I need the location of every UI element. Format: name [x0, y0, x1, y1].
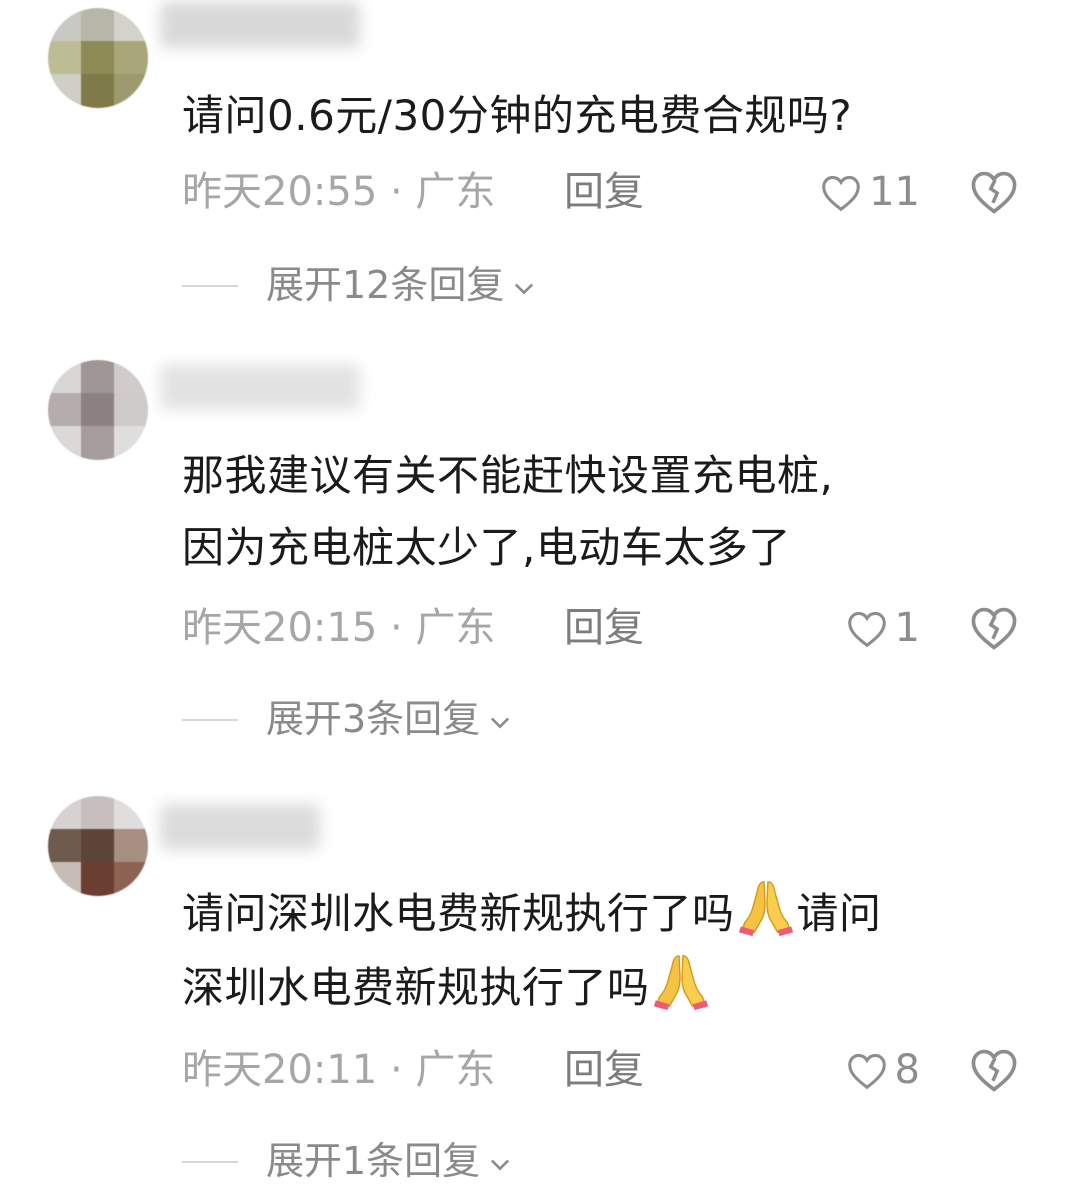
comment-text-segment: 请问 — [796, 889, 882, 938]
like-count: 8 — [894, 1047, 920, 1093]
comment-meta: 昨天20:11 · 广东 回复 8 — [182, 1042, 1042, 1098]
avatar[interactable] — [48, 8, 148, 108]
comment-time-location: 昨天20:11 · 广东 — [182, 1047, 496, 1093]
chevron-down-icon — [491, 1159, 510, 1170]
broken-heart-icon[interactable] — [968, 1044, 1020, 1096]
comment-text-line: 那我建议有关不能赶快设置充电桩, — [182, 451, 834, 500]
comment-text-line: 请问0.6元/30分钟的充电费合规吗? — [182, 91, 853, 140]
comment-text: 请问0.6元/30分钟的充电费合规吗? — [182, 80, 1042, 152]
divider-line — [182, 285, 238, 287]
expand-replies-button[interactable]: 展开1条回复 — [182, 1136, 782, 1186]
username-blurred[interactable] — [160, 364, 360, 410]
expand-replies-label: 展开1条回复 — [266, 1139, 481, 1183]
comment-text-line: 请问深圳水电费新规执行了吗 请问 — [182, 876, 1042, 950]
like-count: 1 — [894, 605, 920, 651]
comment-time-location: 昨天20:55 · 广东 — [182, 169, 496, 215]
divider-line — [182, 1161, 238, 1163]
chevron-down-icon — [515, 283, 534, 294]
avatar[interactable] — [48, 796, 148, 896]
avatar[interactable] — [48, 360, 148, 460]
expand-replies-button[interactable]: 展开3条回复 — [182, 694, 782, 744]
broken-heart-icon[interactable] — [968, 602, 1020, 654]
comment-text-segment: 深圳水电费新规执行了吗 — [182, 963, 650, 1012]
comment-text-line: 因为充电桩太少了,电动车太多了 — [182, 523, 791, 572]
expand-replies-button[interactable]: 展开12条回复 — [182, 260, 782, 310]
username-blurred[interactable] — [160, 804, 320, 850]
like-count: 11 — [869, 169, 920, 215]
broken-heart-icon[interactable] — [968, 166, 1020, 218]
divider-line — [182, 719, 238, 721]
reply-button[interactable]: 回复 — [564, 600, 644, 656]
comment-text: 那我建议有关不能赶快设置充电桩, 因为充电桩太少了,电动车太多了 — [182, 440, 1042, 584]
reply-button[interactable]: 回复 — [564, 164, 644, 220]
reply-button[interactable]: 回复 — [564, 1042, 644, 1098]
expand-replies-label: 展开12条回复 — [266, 263, 505, 307]
heart-outline-icon — [847, 1053, 886, 1090]
comment-text-segment: 请问深圳水电费新规执行了吗 — [182, 889, 735, 938]
heart-outline-icon — [822, 175, 860, 212]
comment-meta: 昨天20:55 · 广东 回复 11 — [182, 164, 1042, 220]
username-blurred[interactable] — [160, 2, 360, 48]
comment-time-location: 昨天20:15 · 广东 — [182, 605, 496, 651]
like-button[interactable]: 11 — [819, 164, 920, 220]
comment-text: 请问深圳水电费新规执行了吗 请问 深圳水电费新规执行了吗 — [182, 876, 1042, 1024]
folded-hands-emoji — [738, 881, 793, 937]
folded-hands-emoji — [653, 955, 708, 1011]
chevron-down-icon — [491, 717, 510, 728]
like-button[interactable]: 1 — [845, 600, 920, 656]
heart-outline-icon — [847, 611, 886, 648]
comment-text-line: 深圳水电费新规执行了吗 — [182, 950, 1042, 1024]
like-button[interactable]: 8 — [845, 1042, 920, 1098]
comment-meta: 昨天20:15 · 广东 回复 1 — [182, 600, 1042, 656]
expand-replies-label: 展开3条回复 — [266, 697, 481, 741]
